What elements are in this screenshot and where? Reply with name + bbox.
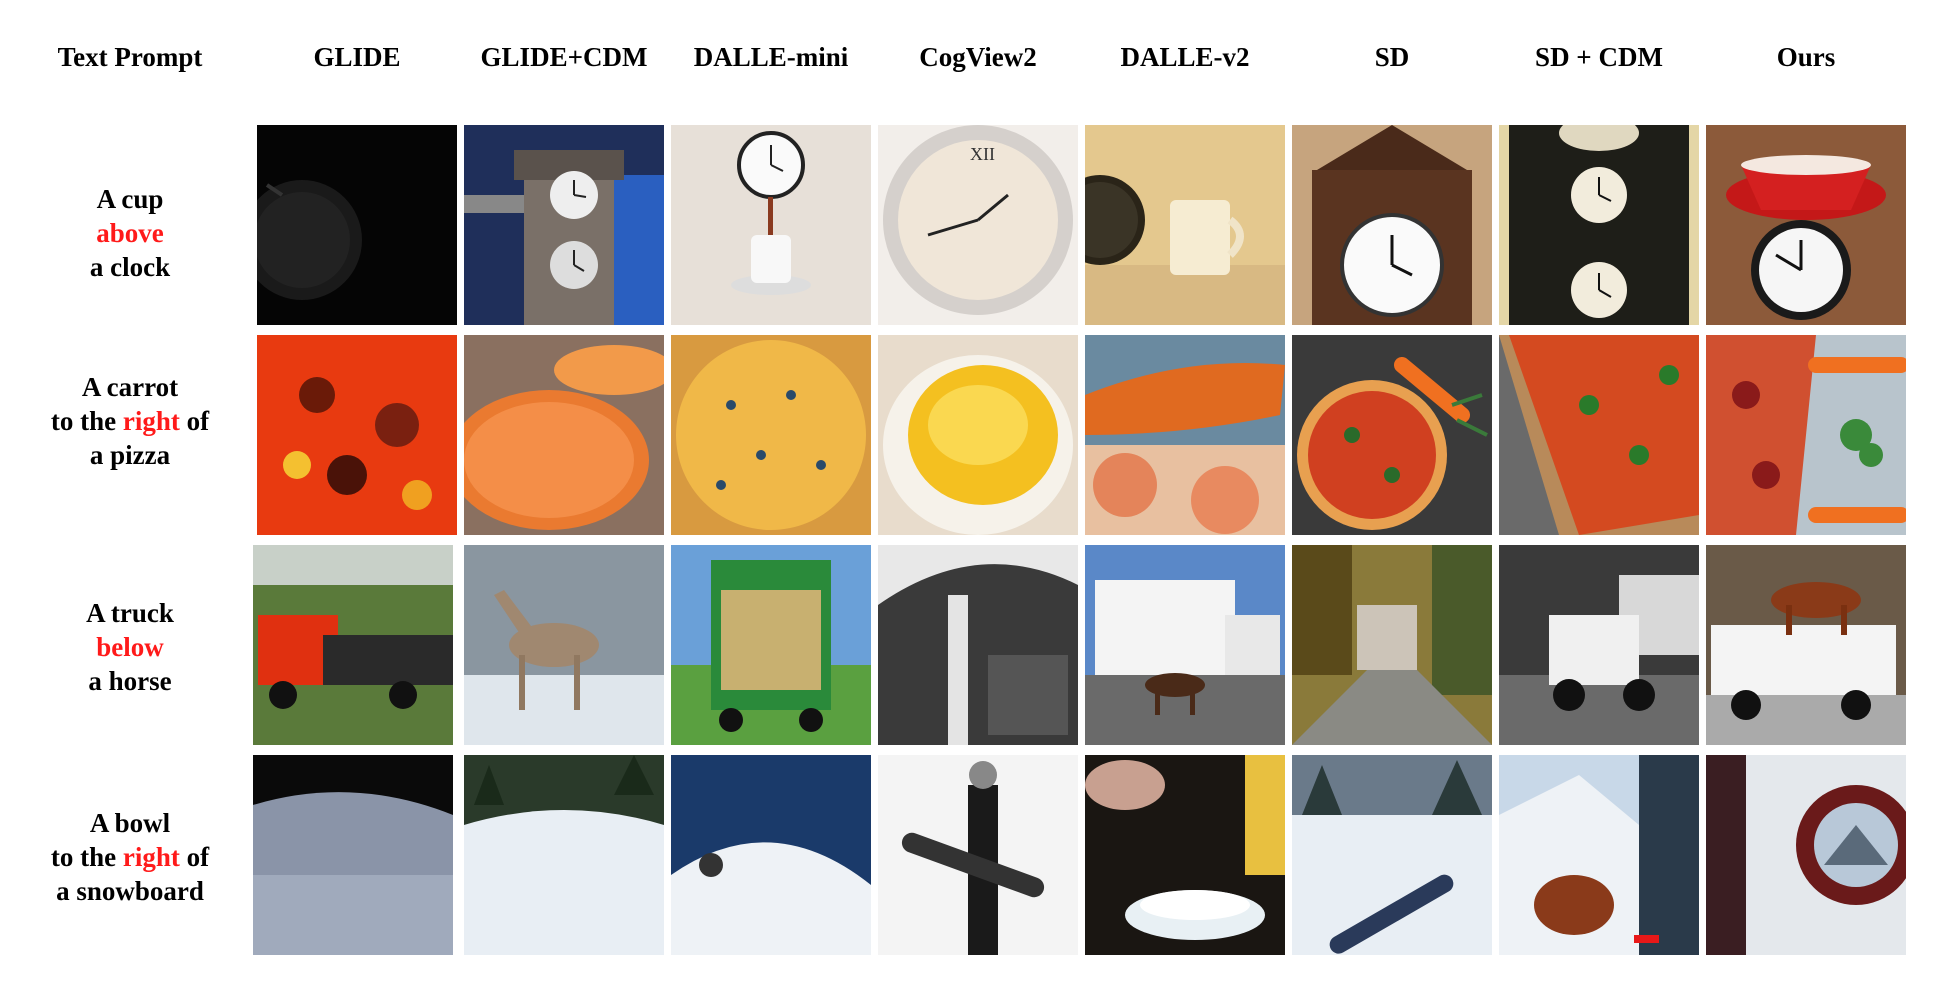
prompt-line: A bowl [89,808,171,838]
prompt-line: a snowboard [56,876,204,906]
image-sd-cup-clock [1292,125,1492,325]
header-dalle-v2: DALLE-v2 [1120,42,1250,72]
prompt-line: to the right of [15,404,245,438]
image-sd-carrot-pizza [1292,335,1492,535]
image-cogview2-carrot-pizza [878,335,1078,535]
image-dalle-v2-bowl-snowboard [1085,755,1285,955]
image-ours-bowl-snowboard [1706,755,1906,955]
image-dalle-v2-truck-horse [1085,545,1285,745]
image-cogview2-bowl-snowboard [878,755,1078,955]
image-glide-cup-clock [257,125,457,325]
image-dalle-mini-carrot-pizza [671,335,871,535]
prompt-row-1: A cup above a clock [15,182,245,284]
image-glide-bowl-snowboard [253,755,453,955]
header-ours: Ours [1776,42,1836,72]
image-glide-cdm-bowl-snowboard [464,755,664,955]
prompt-line: a horse [88,666,172,696]
prompt-line: to the right of [15,840,245,874]
prompt-row-3: A truck below a horse [15,596,245,698]
header-text-prompt: Text Prompt [57,42,203,72]
image-dalle-mini-truck-horse [671,545,871,745]
image-glide-carrot-pizza [257,335,457,535]
image-ours-truck-horse [1706,545,1906,745]
header-glide: GLIDE [313,42,401,72]
image-glide-cdm-cup-clock [464,125,664,325]
prompt-relation-word: above [96,218,164,248]
header-glide-cdm: GLIDE+CDM [480,42,648,72]
prompt-line: a clock [89,252,171,282]
prompt-line: A carrot [81,372,179,402]
prompt-line: A truck [86,598,174,628]
image-glide-cdm-carrot-pizza [464,335,664,535]
image-dalle-v2-carrot-pizza [1085,335,1285,535]
image-sd-cdm-cup-clock [1499,125,1699,325]
image-glide-truck-horse [253,545,453,745]
image-cogview2-cup-clock: XII [878,125,1078,325]
prompt-row-2: A carrot to the right of a pizza [15,370,245,472]
header-sd-cdm: SD + CDM [1535,42,1663,72]
prompt-line: a pizza [89,440,171,470]
image-sd-bowl-snowboard [1292,755,1492,955]
prompt-text: to the [50,842,123,872]
prompt-relation-word: right [122,406,180,436]
image-dalle-mini-cup-clock [671,125,871,325]
header-sd: SD [1374,42,1410,72]
prompt-relation-word: right [122,842,180,872]
header-cogview2: CogView2 [919,42,1037,72]
prompt-text: to the [50,406,123,436]
image-sd-cdm-truck-horse [1499,545,1699,745]
header-dalle-mini: DALLE-mini [693,42,849,72]
image-sd-cdm-bowl-snowboard [1499,755,1699,955]
image-ours-cup-clock [1706,125,1906,325]
image-sd-truck-horse [1292,545,1492,745]
prompt-text: of [179,406,210,436]
prompt-text: of [179,842,210,872]
image-dalle-mini-bowl-snowboard [671,755,871,955]
image-dalle-v2-cup-clock [1085,125,1285,325]
image-sd-cdm-carrot-pizza [1499,335,1699,535]
prompt-row-4: A bowl to the right of a snowboard [15,806,245,908]
image-cogview2-truck-horse [878,545,1078,745]
prompt-line: A cup [96,184,164,214]
svg-text:XII: XII [970,144,995,164]
image-ours-carrot-pizza [1706,335,1906,535]
prompt-relation-word: below [96,632,164,662]
image-glide-cdm-truck-horse [464,545,664,745]
